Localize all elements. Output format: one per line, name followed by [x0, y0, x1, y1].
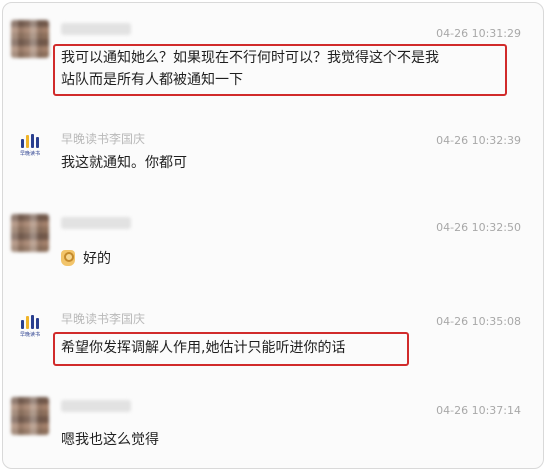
sender-name [61, 400, 131, 412]
avatar[interactable] [11, 397, 49, 435]
avatar[interactable]: 早晚读书 [11, 307, 49, 345]
avatar[interactable] [11, 20, 49, 58]
chat-message: 早晚读书 早晚读书李国庆 04-26 10:32:39 我这就通知。你都可 [3, 103, 543, 193]
avatar[interactable]: 早晚读书 [11, 126, 49, 164]
message-timestamp: 04-26 10:37:14 [436, 404, 521, 417]
chat-message: 早晚读书 早晚读书李国庆 04-26 10:35:08 希望你发挥调解人作用,她… [3, 285, 543, 375]
book-logo-icon [21, 314, 39, 329]
chat-window: 04-26 10:31:29 我可以通知她么？如果现在不行何时可以？我觉得这个不… [2, 2, 544, 469]
message-timestamp: 04-26 10:32:39 [436, 134, 521, 147]
avatar[interactable] [11, 214, 49, 252]
message-text[interactable]: 嗯我也这么觉得 [61, 429, 159, 451]
chat-message: 04-26 10:32:50 好的 [3, 193, 543, 285]
ok-hand-emoji-icon [61, 250, 75, 266]
message-timestamp: 04-26 10:31:29 [436, 27, 521, 40]
chat-message: 04-26 10:31:29 我可以通知她么？如果现在不行何时可以？我觉得这个不… [3, 3, 543, 103]
message-text[interactable]: 我可以通知她么？如果现在不行何时可以？我觉得这个不是我 站队而是所有人都被通知一… [61, 47, 439, 91]
logo-caption: 早晚读书 [19, 331, 40, 338]
sender-name [61, 217, 131, 229]
message-timestamp: 04-26 10:32:50 [436, 221, 521, 234]
sender-name [61, 23, 131, 35]
logo-caption: 早晚读书 [19, 150, 40, 157]
book-logo-icon [21, 133, 39, 148]
message-text-line: 站队而是所有人都被通知一下 [61, 72, 243, 88]
message-text-line: 好的 [83, 251, 111, 267]
message-text-line: 我可以通知她么？如果现在不行何时可以？我觉得这个不是我 [61, 50, 439, 66]
message-text[interactable]: 好的 [61, 248, 111, 270]
message-timestamp: 04-26 10:35:08 [436, 315, 521, 328]
sender-name[interactable]: 早晚读书李国庆 [61, 130, 145, 147]
sender-name[interactable]: 早晚读书李国庆 [61, 310, 145, 327]
message-text[interactable]: 希望你发挥调解人作用,她估计只能听进你的话 [61, 337, 345, 359]
chat-message: 04-26 10:37:14 嗯我也这么觉得 [3, 375, 543, 468]
message-text[interactable]: 我这就通知。你都可 [61, 152, 187, 174]
